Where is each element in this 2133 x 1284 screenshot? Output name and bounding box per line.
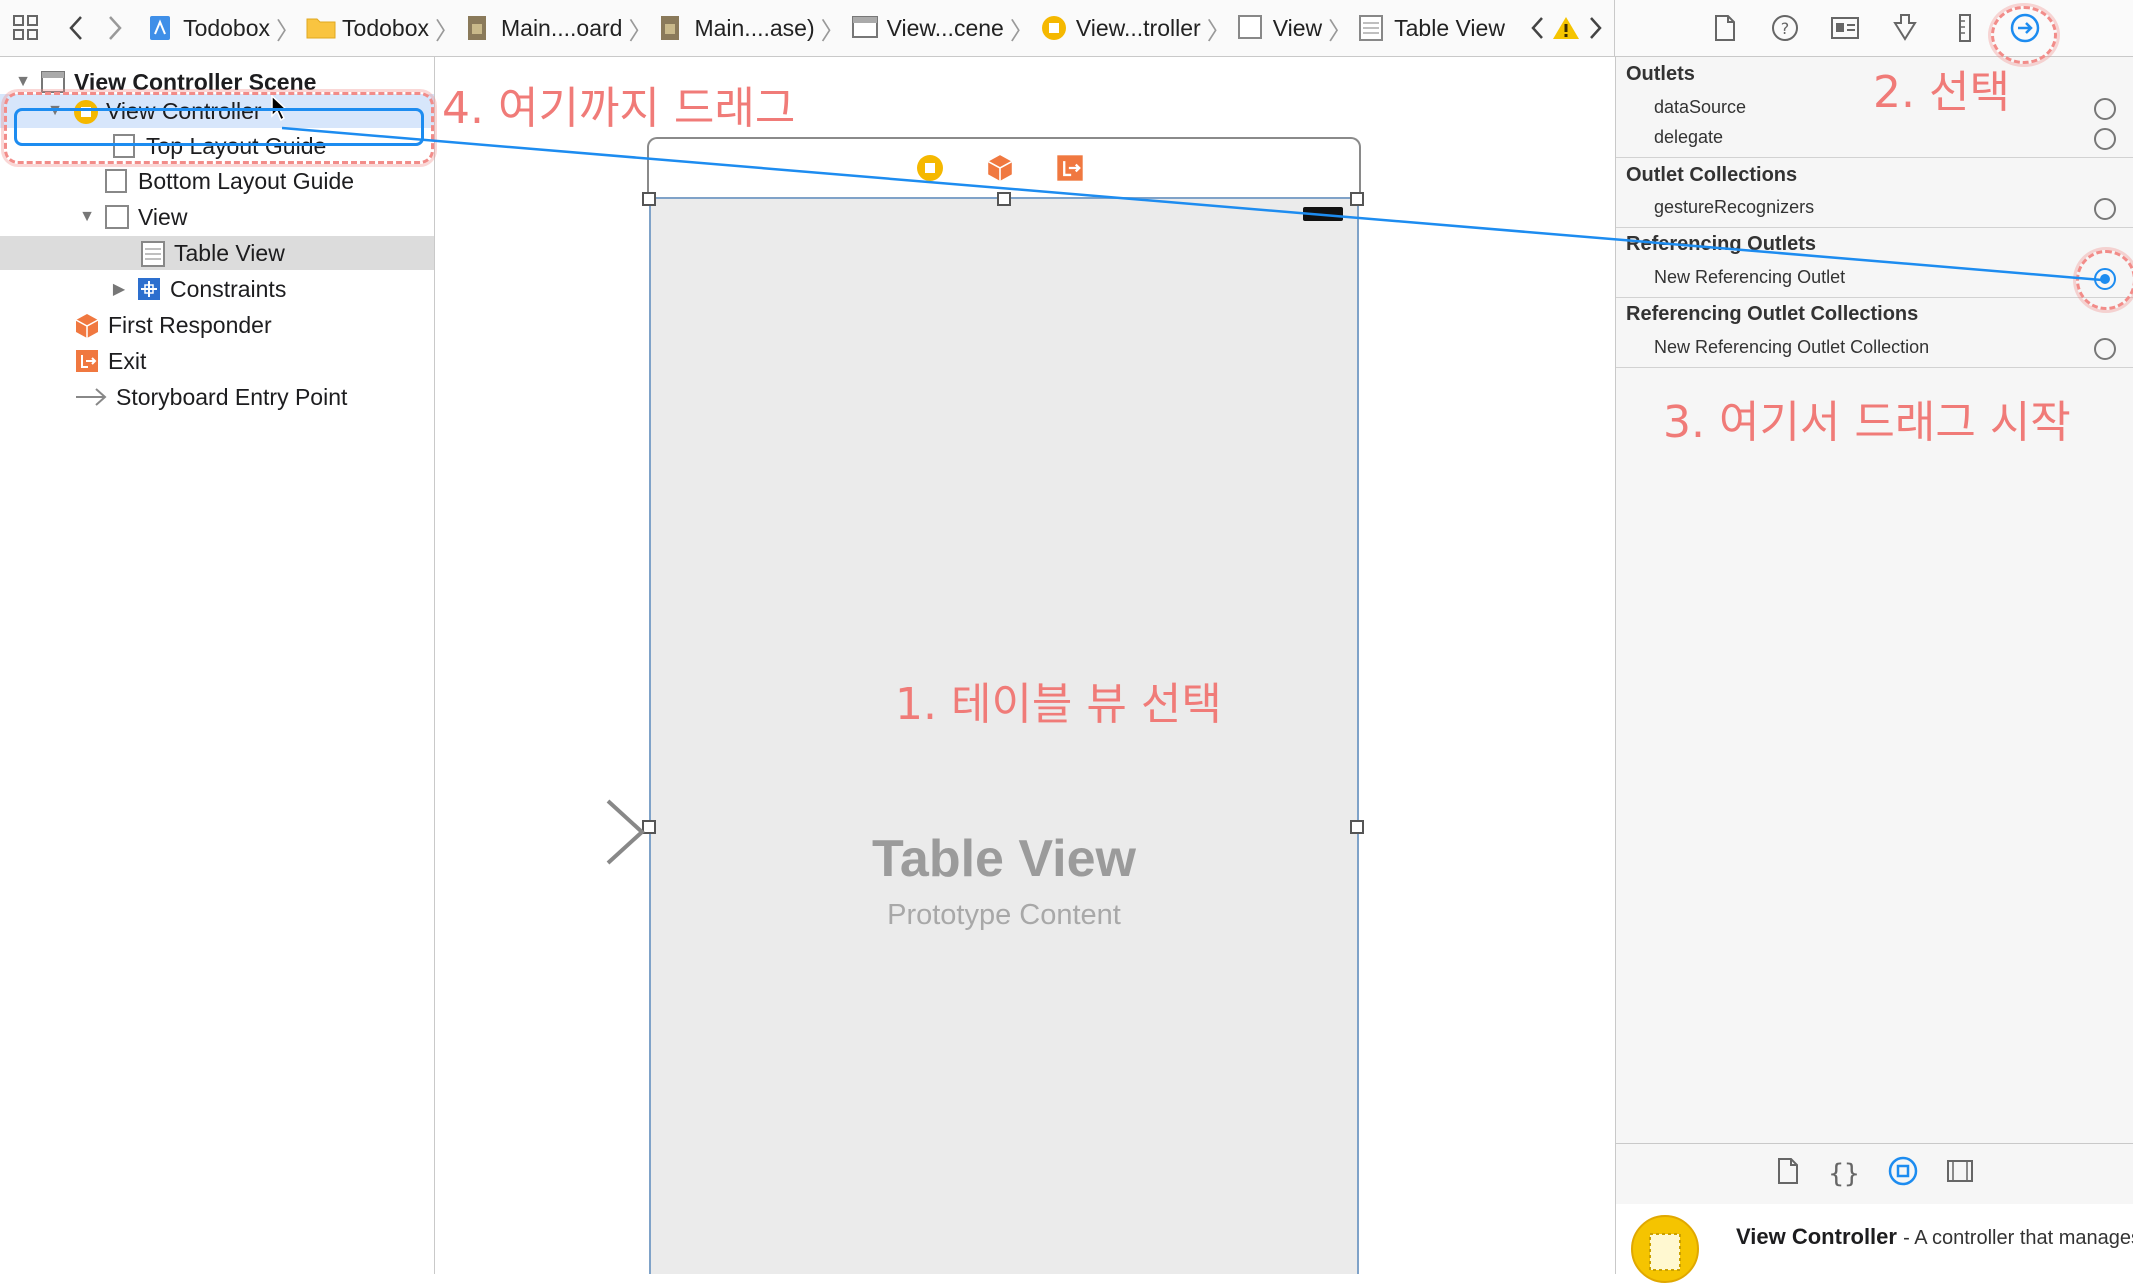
- annotation-step-1: 1. 테이블 뷰 선택: [895, 679, 1222, 730]
- connection-drag-line: [281, 126, 2103, 282]
- annotation-step-4: 4. 여기까지 드래그: [442, 83, 796, 134]
- annotation-step-2: 2. 선택: [1873, 67, 2010, 118]
- annotation-step-3: 3. 여기서 드래그 시작: [1663, 397, 2071, 448]
